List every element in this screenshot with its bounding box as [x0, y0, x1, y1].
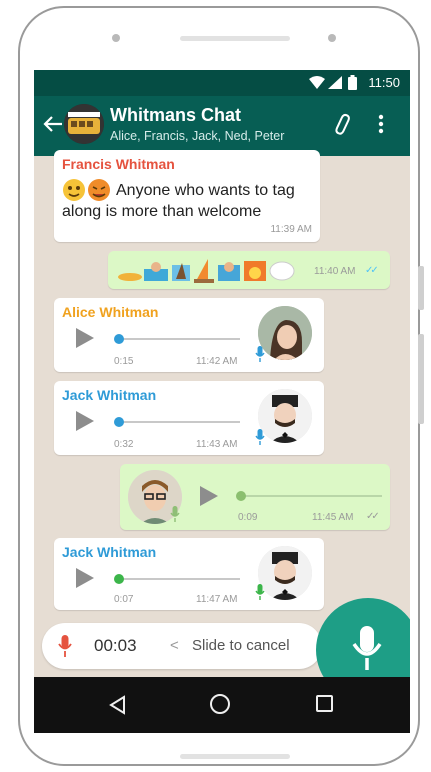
front-camera: [112, 34, 120, 42]
sensor-dot: [328, 34, 336, 42]
audio-progress-track[interactable]: [118, 421, 240, 423]
sender-avatar[interactable]: [258, 546, 312, 600]
message-time: 11:42 AM: [196, 356, 238, 367]
recording-mic-icon: [58, 635, 72, 657]
message-time: 11:47 AM: [196, 594, 238, 605]
chat-participants: Alice, Francis, Jack, Ned, Peter: [110, 129, 285, 143]
read-ticks-icon: ✓✓: [365, 265, 379, 276]
sender-name: Jack Whitman: [62, 387, 157, 403]
emoji-strip-icon: [118, 259, 295, 283]
message-time: 11:45 AM: [312, 512, 354, 523]
voice-message[interactable]: Alice Whitman 0:15 11:42 AM: [54, 298, 324, 372]
slide-to-cancel-hint[interactable]: Slide to cancel: [192, 637, 290, 654]
battery-icon: [348, 75, 357, 90]
message-text: Anyone who wants to tag: [116, 182, 295, 199]
mic-icon: [170, 506, 180, 522]
emoji-icon: [63, 179, 110, 201]
audio-progress-track[interactable]: [118, 578, 240, 580]
audio-progress-track[interactable]: [240, 495, 382, 497]
screen: 11:50 Whitmans Chat Alice, Francis, Jack…: [34, 70, 410, 733]
voice-message[interactable]: Jack Whitman 0:07 11:47 AM: [54, 538, 324, 610]
audio-duration: 0:09: [238, 512, 258, 523]
speaker-grille: [180, 36, 290, 41]
status-bar: 11:50: [34, 70, 410, 96]
more-vert-icon[interactable]: [378, 114, 384, 134]
chevron-left-icon: <: [170, 637, 179, 654]
sender-name: Francis Whitman: [62, 156, 175, 172]
recording-bar: 00:03 < Slide to cancel: [42, 623, 322, 669]
sender-avatar[interactable]: [258, 389, 312, 443]
mic-icon: [255, 346, 265, 362]
chat-title[interactable]: Whitmans Chat: [110, 105, 241, 126]
audio-duration: 0:15: [114, 356, 134, 367]
mic-icon: [255, 429, 265, 445]
volume-button: [418, 266, 424, 310]
nav-recents-icon[interactable]: [316, 695, 333, 712]
bottom-grille: [180, 754, 290, 759]
recording-timer: 00:03: [94, 636, 137, 655]
sender-name: Alice Whitman: [62, 304, 159, 320]
signal-icon: [328, 76, 342, 89]
read-ticks-icon: ✓✓: [366, 511, 380, 522]
group-avatar[interactable]: [64, 104, 104, 144]
message-time: 11:43 AM: [196, 439, 238, 450]
audio-progress-knob[interactable]: [114, 334, 124, 344]
audio-progress-knob[interactable]: [114, 417, 124, 427]
play-icon[interactable]: [76, 411, 94, 431]
voice-message[interactable]: Jack Whitman 0:32 11:43 AM: [54, 381, 324, 455]
audio-progress-knob[interactable]: [114, 574, 124, 584]
audio-duration: 0:32: [114, 439, 134, 450]
sender-name: Jack Whitman: [62, 544, 157, 560]
clock: 11:50: [368, 75, 400, 90]
message-bubble[interactable]: 11:40 AM ✓✓: [108, 251, 390, 289]
system-nav-bar: [34, 677, 410, 733]
message-time: 11:39 AM: [270, 224, 312, 235]
nav-back-icon[interactable]: [108, 695, 126, 715]
power-button: [418, 334, 424, 424]
mic-icon: [255, 584, 265, 600]
paperclip-icon[interactable]: [330, 112, 354, 136]
message-time: 11:40 AM: [314, 266, 356, 277]
audio-progress-knob[interactable]: [236, 491, 246, 501]
play-icon[interactable]: [76, 328, 94, 348]
audio-duration: 0:07: [114, 594, 134, 605]
message-text: along is more than welcome: [62, 203, 262, 220]
wifi-icon: [309, 76, 325, 89]
mic-icon[interactable]: [352, 626, 382, 670]
audio-progress-track[interactable]: [118, 338, 240, 340]
play-icon[interactable]: [76, 568, 94, 588]
nav-home-icon[interactable]: [210, 694, 230, 714]
back-arrow-icon[interactable]: [42, 113, 64, 135]
voice-message[interactable]: 0:09 11:45 AM ✓✓: [120, 464, 390, 530]
sender-avatar[interactable]: [258, 306, 312, 360]
message-bubble[interactable]: Francis Whitman Anyone who wants to tag …: [54, 150, 320, 242]
play-icon[interactable]: [200, 486, 218, 506]
chat-header[interactable]: Whitmans Chat Alice, Francis, Jack, Ned,…: [34, 96, 410, 156]
